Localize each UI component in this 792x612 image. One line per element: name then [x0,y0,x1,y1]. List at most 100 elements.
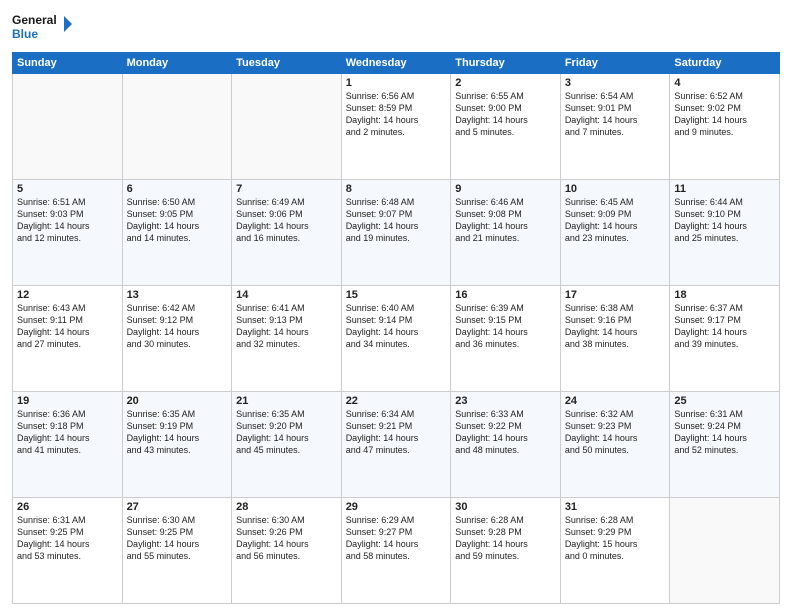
day-number: 13 [127,289,228,301]
day-number: 14 [236,289,337,301]
cell-text: Sunrise: 6:30 AM Sunset: 9:26 PM Dayligh… [236,514,337,563]
day-number: 18 [674,289,775,301]
day-number: 19 [17,395,118,407]
day-number: 27 [127,501,228,513]
calendar-cell: 2Sunrise: 6:55 AM Sunset: 9:00 PM Daylig… [451,74,561,180]
calendar-cell: 13Sunrise: 6:42 AM Sunset: 9:12 PM Dayli… [122,286,232,392]
cell-text: Sunrise: 6:36 AM Sunset: 9:18 PM Dayligh… [17,408,118,457]
day-number: 11 [674,183,775,195]
cell-text: Sunrise: 6:37 AM Sunset: 9:17 PM Dayligh… [674,302,775,351]
svg-text:Blue: Blue [12,27,38,41]
calendar-cell: 25Sunrise: 6:31 AM Sunset: 9:24 PM Dayli… [670,392,780,498]
day-number: 23 [455,395,556,407]
day-number: 6 [127,183,228,195]
calendar-cell: 30Sunrise: 6:28 AM Sunset: 9:28 PM Dayli… [451,498,561,604]
cell-text: Sunrise: 6:35 AM Sunset: 9:20 PM Dayligh… [236,408,337,457]
day-number: 8 [346,183,447,195]
calendar-cell: 21Sunrise: 6:35 AM Sunset: 9:20 PM Dayli… [232,392,342,498]
cell-text: Sunrise: 6:55 AM Sunset: 9:00 PM Dayligh… [455,90,556,139]
calendar-cell [122,74,232,180]
day-number: 28 [236,501,337,513]
cell-text: Sunrise: 6:50 AM Sunset: 9:05 PM Dayligh… [127,196,228,245]
day-number: 20 [127,395,228,407]
calendar-cell: 19Sunrise: 6:36 AM Sunset: 9:18 PM Dayli… [13,392,123,498]
day-number: 2 [455,77,556,89]
calendar-cell: 12Sunrise: 6:43 AM Sunset: 9:11 PM Dayli… [13,286,123,392]
cell-text: Sunrise: 6:46 AM Sunset: 9:08 PM Dayligh… [455,196,556,245]
cell-text: Sunrise: 6:49 AM Sunset: 9:06 PM Dayligh… [236,196,337,245]
calendar-cell: 17Sunrise: 6:38 AM Sunset: 9:16 PM Dayli… [560,286,670,392]
day-number: 9 [455,183,556,195]
day-number: 5 [17,183,118,195]
calendar-cell: 1Sunrise: 6:56 AM Sunset: 8:59 PM Daylig… [341,74,451,180]
day-number: 1 [346,77,447,89]
cell-text: Sunrise: 6:42 AM Sunset: 9:12 PM Dayligh… [127,302,228,351]
calendar-table: SundayMondayTuesdayWednesdayThursdayFrid… [12,52,780,604]
calendar-week-5: 26Sunrise: 6:31 AM Sunset: 9:25 PM Dayli… [13,498,780,604]
cell-text: Sunrise: 6:35 AM Sunset: 9:19 PM Dayligh… [127,408,228,457]
page: General Blue SundayMondayTuesdayWednesda… [0,0,792,612]
svg-text:General: General [12,13,57,27]
cell-text: Sunrise: 6:28 AM Sunset: 9:28 PM Dayligh… [455,514,556,563]
calendar-week-2: 5Sunrise: 6:51 AM Sunset: 9:03 PM Daylig… [13,180,780,286]
calendar-week-3: 12Sunrise: 6:43 AM Sunset: 9:11 PM Dayli… [13,286,780,392]
calendar-cell: 10Sunrise: 6:45 AM Sunset: 9:09 PM Dayli… [560,180,670,286]
weekday-header-saturday: Saturday [670,53,780,74]
day-number: 25 [674,395,775,407]
calendar-cell: 20Sunrise: 6:35 AM Sunset: 9:19 PM Dayli… [122,392,232,498]
day-number: 30 [455,501,556,513]
cell-text: Sunrise: 6:45 AM Sunset: 9:09 PM Dayligh… [565,196,666,245]
calendar-cell: 4Sunrise: 6:52 AM Sunset: 9:02 PM Daylig… [670,74,780,180]
day-number: 16 [455,289,556,301]
calendar-cell: 29Sunrise: 6:29 AM Sunset: 9:27 PM Dayli… [341,498,451,604]
calendar-cell: 24Sunrise: 6:32 AM Sunset: 9:23 PM Dayli… [560,392,670,498]
day-number: 26 [17,501,118,513]
day-number: 3 [565,77,666,89]
calendar-cell [232,74,342,180]
day-number: 10 [565,183,666,195]
weekday-header-row: SundayMondayTuesdayWednesdayThursdayFrid… [13,53,780,74]
cell-text: Sunrise: 6:30 AM Sunset: 9:25 PM Dayligh… [127,514,228,563]
cell-text: Sunrise: 6:32 AM Sunset: 9:23 PM Dayligh… [565,408,666,457]
logo: General Blue [12,10,72,46]
cell-text: Sunrise: 6:38 AM Sunset: 9:16 PM Dayligh… [565,302,666,351]
weekday-header-tuesday: Tuesday [232,53,342,74]
weekday-header-sunday: Sunday [13,53,123,74]
calendar-cell: 31Sunrise: 6:28 AM Sunset: 9:29 PM Dayli… [560,498,670,604]
cell-text: Sunrise: 6:29 AM Sunset: 9:27 PM Dayligh… [346,514,447,563]
cell-text: Sunrise: 6:51 AM Sunset: 9:03 PM Dayligh… [17,196,118,245]
weekday-header-wednesday: Wednesday [341,53,451,74]
calendar-cell: 16Sunrise: 6:39 AM Sunset: 9:15 PM Dayli… [451,286,561,392]
cell-text: Sunrise: 6:41 AM Sunset: 9:13 PM Dayligh… [236,302,337,351]
day-number: 12 [17,289,118,301]
calendar-cell: 8Sunrise: 6:48 AM Sunset: 9:07 PM Daylig… [341,180,451,286]
calendar-cell [670,498,780,604]
day-number: 17 [565,289,666,301]
cell-text: Sunrise: 6:33 AM Sunset: 9:22 PM Dayligh… [455,408,556,457]
day-number: 4 [674,77,775,89]
cell-text: Sunrise: 6:52 AM Sunset: 9:02 PM Dayligh… [674,90,775,139]
calendar-cell: 22Sunrise: 6:34 AM Sunset: 9:21 PM Dayli… [341,392,451,498]
cell-text: Sunrise: 6:28 AM Sunset: 9:29 PM Dayligh… [565,514,666,563]
cell-text: Sunrise: 6:34 AM Sunset: 9:21 PM Dayligh… [346,408,447,457]
calendar-cell: 26Sunrise: 6:31 AM Sunset: 9:25 PM Dayli… [13,498,123,604]
weekday-header-monday: Monday [122,53,232,74]
day-number: 22 [346,395,447,407]
weekday-header-friday: Friday [560,53,670,74]
calendar-cell: 7Sunrise: 6:49 AM Sunset: 9:06 PM Daylig… [232,180,342,286]
day-number: 31 [565,501,666,513]
cell-text: Sunrise: 6:56 AM Sunset: 8:59 PM Dayligh… [346,90,447,139]
day-number: 24 [565,395,666,407]
calendar-cell: 3Sunrise: 6:54 AM Sunset: 9:01 PM Daylig… [560,74,670,180]
header: General Blue [12,10,780,46]
calendar-cell: 11Sunrise: 6:44 AM Sunset: 9:10 PM Dayli… [670,180,780,286]
cell-text: Sunrise: 6:44 AM Sunset: 9:10 PM Dayligh… [674,196,775,245]
calendar-cell: 18Sunrise: 6:37 AM Sunset: 9:17 PM Dayli… [670,286,780,392]
cell-text: Sunrise: 6:43 AM Sunset: 9:11 PM Dayligh… [17,302,118,351]
calendar-week-4: 19Sunrise: 6:36 AM Sunset: 9:18 PM Dayli… [13,392,780,498]
calendar-cell: 6Sunrise: 6:50 AM Sunset: 9:05 PM Daylig… [122,180,232,286]
weekday-header-thursday: Thursday [451,53,561,74]
calendar-cell: 9Sunrise: 6:46 AM Sunset: 9:08 PM Daylig… [451,180,561,286]
calendar-cell: 23Sunrise: 6:33 AM Sunset: 9:22 PM Dayli… [451,392,561,498]
day-number: 21 [236,395,337,407]
